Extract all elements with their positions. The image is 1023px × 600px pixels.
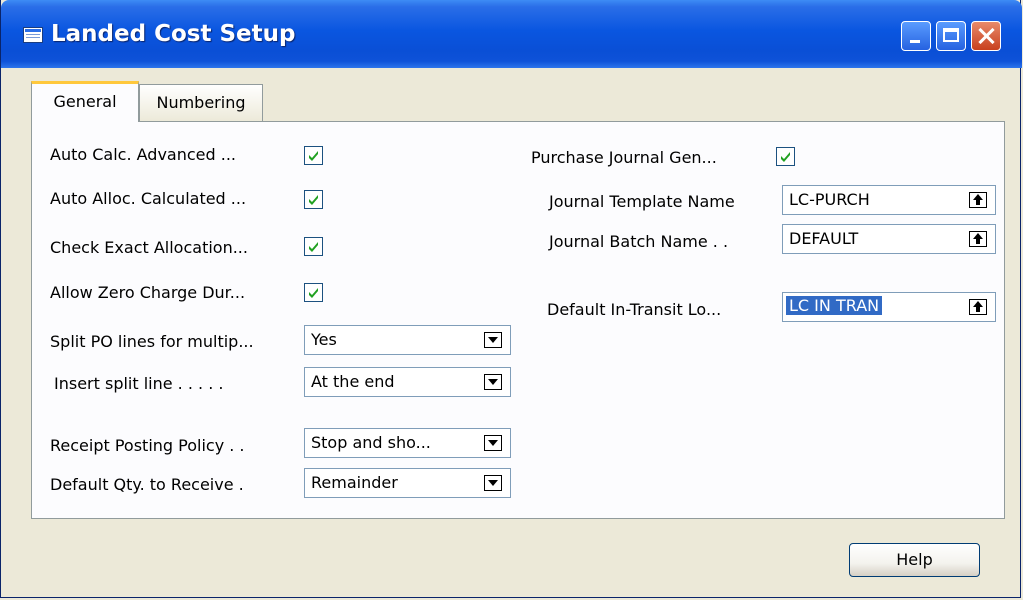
tab-numbering[interactable]: Numbering — [139, 84, 263, 122]
insert-split-line-label: Insert split line . . . . . — [54, 374, 224, 393]
table-window-icon — [23, 27, 43, 43]
purchase-journal-gen-checkbox[interactable] — [776, 147, 795, 166]
dropdown-arrow-icon[interactable] — [484, 475, 502, 491]
default-qty-to-receive-select[interactable]: Remainder — [304, 468, 511, 498]
journal-template-name-label: Journal Template Name — [549, 192, 735, 211]
auto-alloc-calculated-checkbox[interactable] — [304, 190, 323, 209]
dropdown-arrow-icon[interactable] — [484, 435, 502, 451]
receipt-posting-policy-select[interactable]: Stop and sho... — [304, 428, 511, 458]
title-bar[interactable]: Landed Cost Setup — [1, 0, 1022, 68]
window-title: Landed Cost Setup — [51, 21, 296, 47]
checkmark-icon — [309, 242, 318, 252]
dropdown-arrow-icon[interactable] — [484, 332, 502, 348]
checkmark-icon — [309, 151, 318, 161]
allow-zero-charge-checkbox[interactable] — [304, 283, 323, 302]
auto-calc-advanced-label: Auto Calc. Advanced ... — [50, 145, 236, 164]
default-in-transit-location-input[interactable]: LC IN TRAN — [782, 292, 996, 322]
dropdown-arrow-icon[interactable] — [484, 374, 502, 390]
minimize-button[interactable] — [901, 21, 931, 51]
lookup-arrow-icon[interactable] — [969, 192, 987, 208]
journal-batch-name-input[interactable]: DEFAULT — [782, 224, 996, 254]
help-button[interactable]: Help — [849, 543, 980, 577]
journal-template-name-input[interactable]: LC-PURCH — [782, 185, 996, 215]
close-button[interactable] — [971, 21, 1001, 51]
default-in-transit-location-label: Default In-Transit Lo... — [547, 300, 722, 319]
allow-zero-charge-label: Allow Zero Charge Dur... — [50, 283, 246, 302]
landed-cost-setup-window: Landed Cost Setup General Numbering Auto… — [0, 0, 1022, 598]
check-exact-allocation-label: Check Exact Allocation... — [50, 238, 248, 257]
checkmark-icon — [309, 288, 318, 298]
auto-calc-advanced-checkbox[interactable] — [304, 146, 323, 165]
receipt-posting-policy-label: Receipt Posting Policy . . — [50, 436, 245, 455]
split-po-lines-label: Split PO lines for multip... — [50, 332, 254, 351]
tab-general[interactable]: General — [31, 81, 139, 122]
checkmark-icon — [781, 152, 790, 162]
lookup-arrow-icon[interactable] — [969, 231, 987, 247]
maximize-button[interactable] — [936, 21, 966, 51]
insert-split-line-select[interactable]: At the end — [304, 367, 511, 397]
checkmark-icon — [309, 195, 318, 205]
check-exact-allocation-checkbox[interactable] — [304, 237, 323, 256]
default-qty-to-receive-label: Default Qty. to Receive . — [50, 475, 244, 494]
split-po-lines-select[interactable]: Yes — [304, 325, 511, 355]
journal-batch-name-label: Journal Batch Name . . — [549, 232, 729, 251]
purchase-journal-gen-label: Purchase Journal Gen... — [531, 148, 717, 167]
lookup-arrow-icon[interactable] — [969, 299, 987, 315]
auto-alloc-calculated-label: Auto Alloc. Calculated ... — [50, 189, 247, 208]
